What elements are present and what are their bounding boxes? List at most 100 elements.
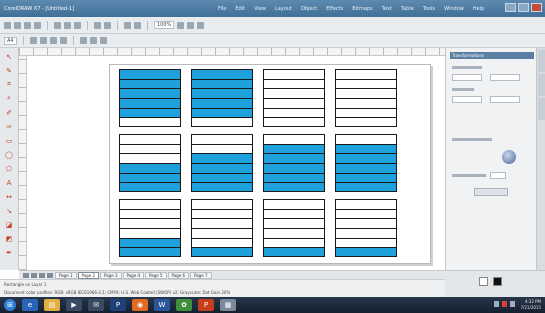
nudge-icon[interactable] bbox=[89, 37, 97, 44]
page-tab[interactable]: Page 4 bbox=[122, 271, 144, 279]
stripe-rectangle[interactable] bbox=[120, 89, 180, 99]
units-icon[interactable] bbox=[79, 37, 87, 44]
landscape-icon[interactable] bbox=[39, 37, 47, 44]
alert-icon[interactable] bbox=[502, 301, 507, 307]
stripe-rectangle[interactable] bbox=[336, 229, 396, 239]
stripe-rectangle[interactable] bbox=[264, 219, 324, 229]
zoom-level-field[interactable]: 100% bbox=[154, 21, 175, 29]
all-pages-icon[interactable] bbox=[49, 37, 57, 44]
stripe-rectangle[interactable] bbox=[264, 80, 324, 90]
stripe-rectangle[interactable] bbox=[264, 118, 324, 126]
stripe-rectangle[interactable] bbox=[120, 238, 180, 249]
drop-shadow-tool-icon[interactable]: ◪ bbox=[4, 220, 14, 229]
snap-to-icon[interactable] bbox=[187, 21, 195, 29]
word-icon[interactable]: W bbox=[154, 299, 170, 311]
stripe-rectangle[interactable] bbox=[192, 108, 252, 119]
stripe-rectangle[interactable] bbox=[120, 164, 180, 174]
ellipse-tool-icon[interactable]: ◯ bbox=[4, 150, 14, 159]
stripe-rectangle[interactable] bbox=[120, 200, 180, 210]
polygon-tool-icon[interactable]: ⬠ bbox=[4, 164, 14, 173]
stripe-rectangle[interactable] bbox=[264, 229, 324, 239]
menu-view[interactable]: View bbox=[254, 6, 266, 12]
stripe-rectangle[interactable] bbox=[192, 99, 252, 109]
stripe-rectangle[interactable] bbox=[336, 183, 396, 191]
stripe-rectangle[interactable] bbox=[192, 183, 252, 191]
pick-tool-icon[interactable]: ↖ bbox=[4, 52, 14, 61]
media-icon[interactable]: ▶ bbox=[66, 299, 82, 311]
portrait-icon[interactable] bbox=[29, 37, 37, 44]
stripe-rectangle[interactable] bbox=[336, 109, 396, 119]
shape-tool-icon[interactable]: ✎ bbox=[4, 66, 14, 75]
stripe-rectangle[interactable] bbox=[192, 135, 252, 145]
freehand-tool-icon[interactable]: ✐ bbox=[4, 108, 14, 117]
full-screen-icon[interactable] bbox=[177, 21, 185, 29]
horizontal-ruler[interactable] bbox=[19, 48, 445, 56]
striped-rectangle-group[interactable] bbox=[191, 199, 253, 257]
menu-file[interactable]: File bbox=[218, 6, 226, 12]
stripe-rectangle[interactable] bbox=[264, 200, 324, 210]
stripe-rectangle[interactable] bbox=[120, 219, 180, 229]
x-position-field[interactable] bbox=[452, 74, 482, 81]
width-field[interactable] bbox=[452, 96, 482, 103]
stripe-rectangle[interactable] bbox=[264, 89, 324, 99]
maximize-button[interactable] bbox=[518, 3, 529, 12]
menu-table[interactable]: Table bbox=[401, 6, 414, 12]
stripe-rectangle[interactable] bbox=[264, 210, 324, 220]
stripe-rectangle[interactable] bbox=[120, 79, 180, 90]
menu-bitmaps[interactable]: Bitmaps bbox=[352, 6, 373, 12]
stripe-rectangle[interactable] bbox=[192, 164, 252, 174]
stripe-rectangle[interactable] bbox=[120, 145, 180, 155]
stripe-rectangle[interactable] bbox=[120, 99, 180, 109]
stripe-rectangle[interactable] bbox=[120, 154, 180, 164]
stripe-rectangle[interactable] bbox=[336, 99, 396, 109]
stripe-rectangle[interactable] bbox=[264, 164, 324, 174]
stripe-rectangle[interactable] bbox=[336, 248, 396, 256]
network-icon[interactable] bbox=[494, 301, 499, 307]
minimize-button[interactable] bbox=[505, 3, 516, 12]
stripe-rectangle[interactable] bbox=[192, 118, 252, 126]
menu-text[interactable]: Text bbox=[382, 6, 392, 12]
zoom-tool-icon[interactable]: ⌕ bbox=[4, 94, 14, 103]
stripe-rectangle[interactable] bbox=[336, 144, 396, 155]
fill-swatch[interactable] bbox=[479, 277, 488, 286]
stripe-rectangle[interactable] bbox=[192, 229, 252, 239]
menu-effects[interactable]: Effects bbox=[326, 6, 343, 12]
stripe-rectangle[interactable] bbox=[264, 173, 324, 184]
page-tab[interactable]: Page 2 bbox=[77, 271, 99, 279]
stripe-rectangle[interactable] bbox=[120, 70, 180, 80]
new-icon[interactable] bbox=[4, 21, 11, 29]
document-page[interactable] bbox=[109, 64, 431, 264]
menu-tools[interactable]: Tools bbox=[423, 6, 435, 12]
cut-icon[interactable] bbox=[54, 21, 61, 29]
stripe-rectangle[interactable] bbox=[264, 135, 324, 145]
docker-tab[interactable] bbox=[538, 98, 545, 120]
close-button[interactable] bbox=[531, 3, 542, 12]
parallel-dimension-tool-icon[interactable]: ↔ bbox=[4, 192, 14, 201]
volume-icon[interactable] bbox=[510, 301, 515, 307]
export-icon[interactable] bbox=[134, 21, 141, 29]
stripe-rectangle[interactable] bbox=[120, 135, 180, 145]
text-tool-icon[interactable]: A bbox=[4, 178, 14, 187]
import-icon[interactable] bbox=[124, 21, 131, 29]
stripe-rectangle[interactable] bbox=[336, 118, 396, 126]
previous-page-icon[interactable] bbox=[31, 272, 37, 278]
stripe-rectangle[interactable] bbox=[192, 200, 252, 210]
page-tab[interactable]: Page 6 bbox=[167, 271, 189, 279]
menu-window[interactable]: Window bbox=[444, 6, 464, 12]
striped-rectangle-group[interactable] bbox=[119, 134, 181, 192]
docker-tab[interactable] bbox=[538, 50, 545, 72]
eyedropper-tool-icon[interactable]: ✒ bbox=[4, 248, 14, 257]
copies-field[interactable] bbox=[490, 172, 506, 179]
page-tab[interactable]: Page 1 bbox=[55, 271, 77, 279]
options-icon[interactable] bbox=[197, 21, 205, 29]
stripe-rectangle[interactable] bbox=[120, 118, 180, 126]
stripe-rectangle[interactable] bbox=[264, 109, 324, 119]
connector-tool-icon[interactable]: ↘ bbox=[4, 206, 14, 215]
stripe-rectangle[interactable] bbox=[120, 183, 180, 191]
docker-tab[interactable] bbox=[538, 74, 545, 96]
menu-help[interactable]: Help bbox=[473, 6, 484, 12]
menu-layout[interactable]: Layout bbox=[275, 6, 292, 12]
stripe-rectangle[interactable] bbox=[336, 173, 396, 184]
print-icon[interactable] bbox=[34, 21, 41, 29]
stripe-rectangle[interactable] bbox=[192, 248, 252, 256]
